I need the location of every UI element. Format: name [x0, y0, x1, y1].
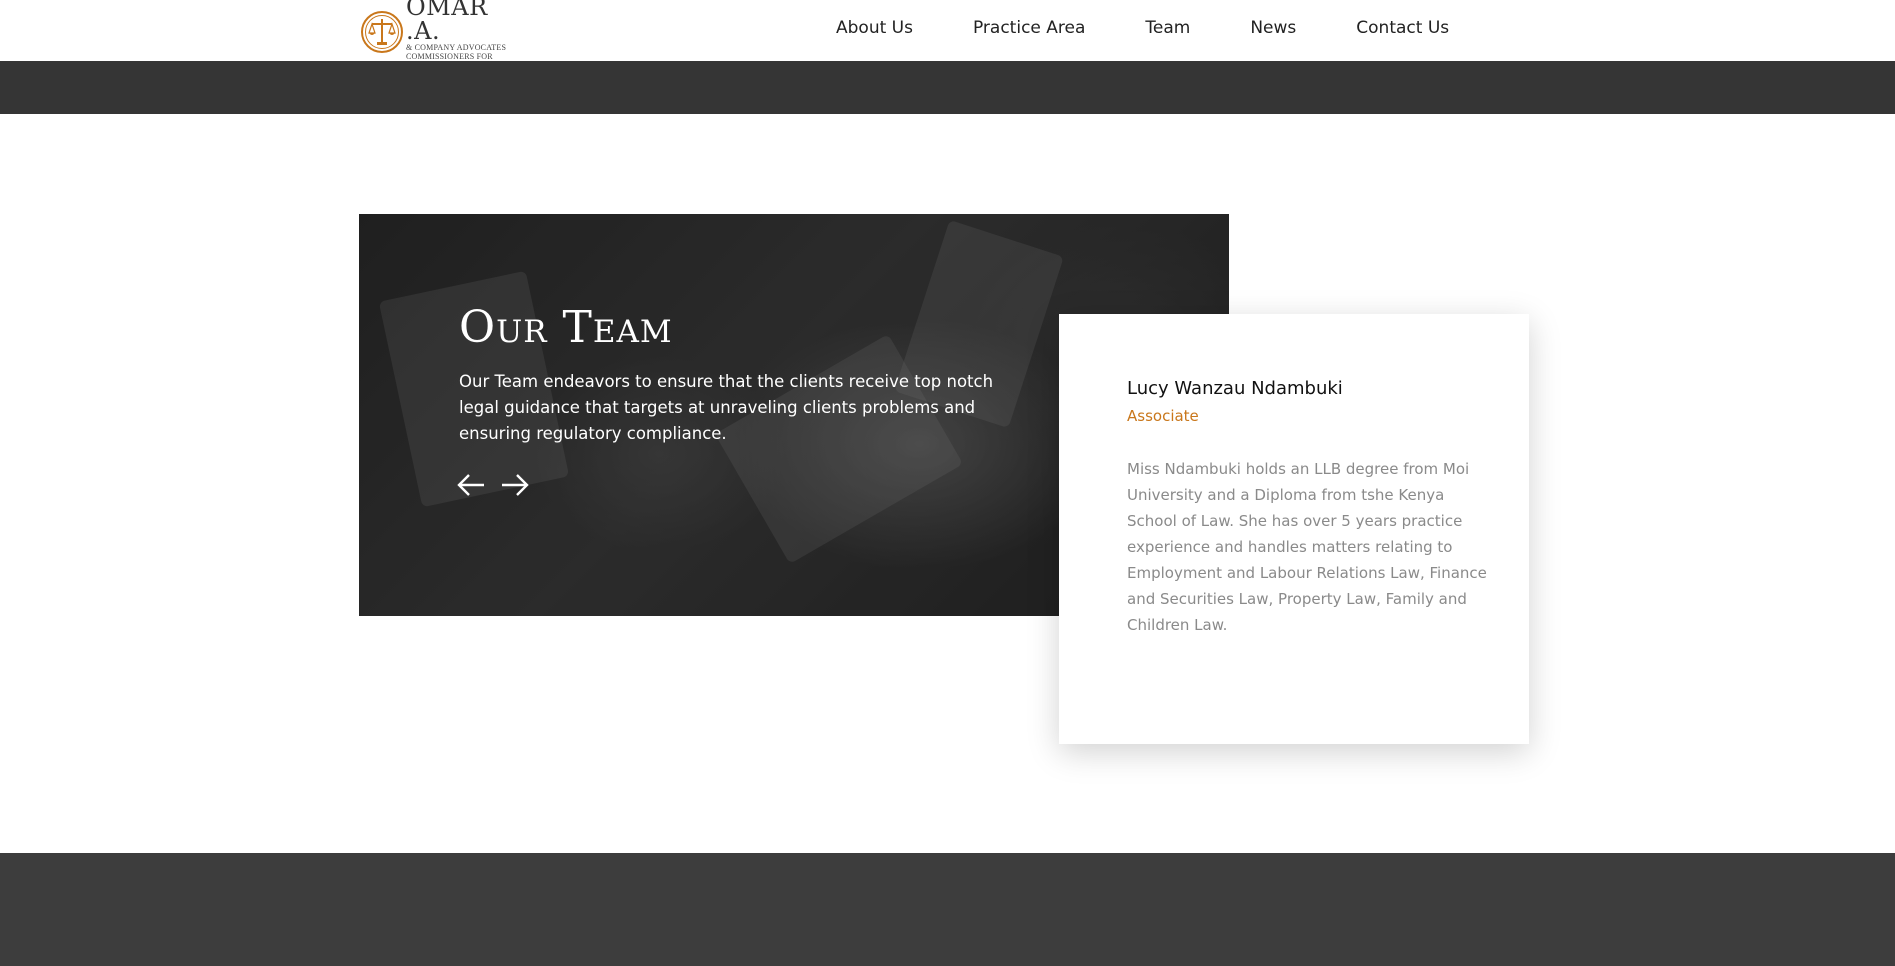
- arrow-right-icon[interactable]: [500, 472, 530, 498]
- nav-team[interactable]: Team: [1145, 18, 1190, 38]
- site-header: OMAR .A. & COMPANY ADVOCATES COMMISSIONE…: [0, 0, 1895, 69]
- nav-about-us[interactable]: About Us: [836, 18, 913, 38]
- site-logo[interactable]: OMAR .A. & COMPANY ADVOCATES COMMISSIONE…: [360, 0, 520, 69]
- hero-description: Our Team endeavors to ensure that the cl…: [459, 372, 994, 443]
- member-name: Lucy Wanzau Ndambuki: [1127, 378, 1343, 399]
- member-role: Associate: [1127, 407, 1199, 425]
- logo-text: OMAR .A. & COMPANY ADVOCATES COMMISSIONE…: [406, 0, 520, 69]
- nav-practice-area[interactable]: Practice Area: [973, 18, 1085, 38]
- team-member-card: Lucy Wanzau Ndambuki Associate Miss Ndam…: [1059, 314, 1529, 744]
- nav-news[interactable]: News: [1250, 18, 1296, 38]
- arrow-left-icon[interactable]: [456, 472, 486, 498]
- scales-of-justice-icon: [361, 11, 403, 53]
- member-bio: Miss Ndambuki holds an LLB degree from M…: [1127, 460, 1487, 634]
- nav-contact-us[interactable]: Contact Us: [1356, 18, 1449, 38]
- main-nav: About Us Practice Area Team News Contact…: [836, 0, 1449, 56]
- hero-title: Our Team: [459, 302, 673, 353]
- header-band: [0, 61, 1895, 114]
- brand-subtitle: & COMPANY ADVOCATES: [406, 43, 507, 52]
- brand-name: OMAR .A.: [406, 0, 488, 45]
- site-footer: [0, 853, 1895, 966]
